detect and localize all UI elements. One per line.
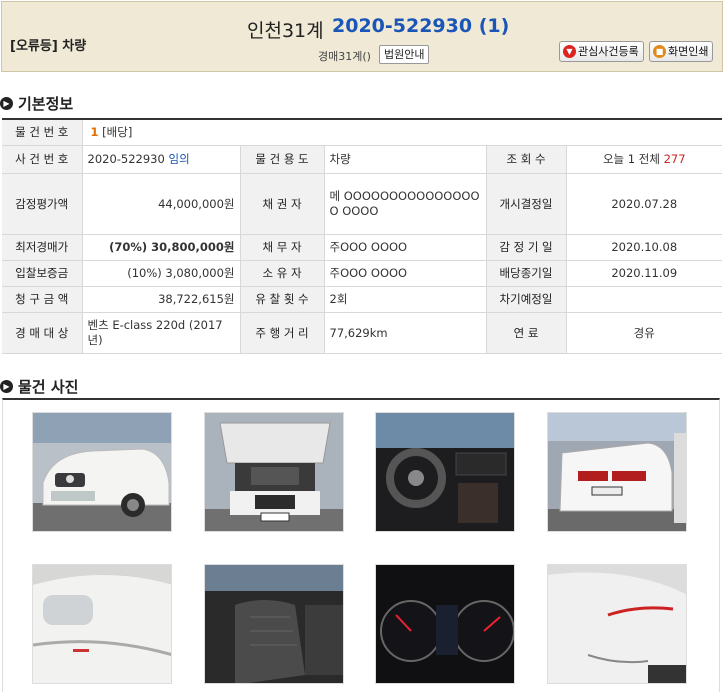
basic-info-title: 기본정보 [18, 95, 74, 113]
case-category: [오류등] 차량 [10, 39, 87, 54]
appraisal-date-label: 감 정 기 일 [486, 234, 567, 261]
min-price-label: 최저경매가 [2, 234, 83, 261]
claim-amount-value: 38,722,615원 [82, 286, 241, 313]
court-info-button[interactable]: 법원안내 [379, 45, 430, 64]
case-number: 2020-522930 (1) [332, 15, 510, 37]
car-photo-bumper[interactable] [32, 564, 172, 684]
fuel-value: 경유 [566, 312, 722, 354]
item-no-value: 1 [90, 125, 99, 140]
basic-info-heading: ▶ 기본정보 [0, 93, 73, 114]
case-type-link[interactable]: 임의 [168, 152, 189, 166]
usage-label: 물 건 용 도 [240, 145, 325, 174]
item-no-label: 물 건 번 호 [2, 119, 83, 146]
chevron-right-icon: ▶ [0, 97, 13, 110]
table-row: 청 구 금 액 38,722,615원 유 찰 횟 수 2회 차기예정일 [2, 286, 722, 313]
photos-heading: ▶ 물건 사진 [0, 376, 78, 397]
table-row: 감정평가액 44,000,000원 채 권 자 메 OOOOOOOOOOOOOO… [2, 173, 722, 235]
claim-amount-label: 청 구 금 액 [2, 286, 83, 313]
min-price-value: (70%) 30,800,000원 [82, 234, 241, 261]
target-value: 벤츠 E-class 220d (2017년) [82, 312, 241, 354]
item-no-cell: 1 [배당] [82, 119, 722, 146]
printer-icon: ■ [653, 45, 666, 58]
car-photo-front[interactable] [32, 412, 172, 532]
court-name: 인천31계 [247, 20, 324, 42]
debtor-label: 채 무 자 [240, 234, 325, 261]
appraisal-value: 44,000,000원 [82, 173, 241, 235]
next-date-value [566, 286, 722, 313]
table-row: 입찰보증금 (10%) 3,080,000원 소 유 자 주OOO OOOO 배… [2, 260, 722, 287]
photo-gallery [2, 398, 720, 692]
table-row: 경 매 대 상 벤츠 E-class 220d (2017년) 주 행 거 리 … [2, 312, 722, 354]
table-row: 최저경매가 (70%) 30,800,000원 채 무 자 주OOO OOOO … [2, 234, 722, 261]
car-photo-dashboard[interactable] [375, 412, 515, 532]
photos-title: 물건 사진 [18, 378, 79, 396]
appraisal-date-value: 2020.10.08 [566, 234, 722, 261]
owner-label: 소 유 자 [240, 260, 325, 287]
car-photo-rear[interactable] [547, 412, 687, 532]
start-date-value: 2020.07.28 [566, 173, 722, 235]
fuel-label: 연 료 [486, 312, 567, 354]
mileage-label: 주 행 거 리 [240, 312, 325, 354]
view-count-total: 277 [663, 152, 686, 166]
view-count-cell: 오늘 1 전체 277 [566, 145, 722, 174]
usage-value: 차량 [324, 145, 487, 174]
creditor-label: 채 권 자 [240, 173, 325, 235]
favorite-register-label: 관심사건등록 [578, 45, 639, 58]
view-count-today: 오늘 1 전체 [602, 152, 660, 166]
auction-division: 경매31계() [318, 50, 371, 63]
table-row: 사 건 번 호 2020-522930 임의 물 건 용 도 차량 조 회 수 … [2, 145, 722, 174]
car-photo-gauges[interactable] [375, 564, 515, 684]
download-icon: ▼ [563, 45, 576, 58]
item-no-extra: [배당] [102, 125, 133, 140]
appraisal-label: 감정평가액 [2, 173, 83, 235]
case-no-cell: 2020-522930 임의 [82, 145, 241, 174]
case-no-value: 2020-522930 [87, 152, 165, 166]
view-count-label: 조 회 수 [486, 145, 567, 174]
mileage-value: 77,629km [324, 312, 487, 354]
creditor-value: 메 OOOOOOOOOOOOOOOO OOOO [324, 173, 487, 235]
deposit-value: (10%) 3,080,000원 [82, 260, 241, 287]
basic-info-table: 물 건 번 호 1 [배당] 사 건 번 호 2020-522930 임의 물 … [2, 118, 722, 354]
print-screen-button[interactable]: ■ 화면인쇄 [649, 41, 714, 62]
failed-bids-label: 유 찰 횟 수 [240, 286, 325, 313]
car-photo-engine[interactable] [204, 412, 344, 532]
dividend-deadline-label: 배당종기일 [486, 260, 567, 287]
favorite-register-button[interactable]: ▼ 관심사건등록 [559, 41, 644, 62]
start-date-label: 개시결정일 [486, 173, 567, 235]
target-label: 경 매 대 상 [2, 312, 83, 354]
next-date-label: 차기예정일 [486, 286, 567, 313]
case-no-label: 사 건 번 호 [2, 145, 83, 174]
car-photo-damage[interactable] [547, 564, 687, 684]
failed-bids-value: 2회 [324, 286, 487, 313]
print-screen-label: 화면인쇄 [668, 45, 709, 58]
chevron-right-icon: ▶ [0, 380, 13, 393]
case-header: [오류등] 차량 인천31계 2020-522930 (1) 경매31계() 법… [1, 1, 723, 72]
owner-value: 주OOO OOOO [324, 260, 487, 287]
debtor-value: 주OOO OOOO [324, 234, 487, 261]
dividend-deadline-value: 2020.11.09 [566, 260, 722, 287]
deposit-label: 입찰보증금 [2, 260, 83, 287]
table-row: 물 건 번 호 1 [배당] [2, 119, 722, 146]
car-photo-seats[interactable] [204, 564, 344, 684]
